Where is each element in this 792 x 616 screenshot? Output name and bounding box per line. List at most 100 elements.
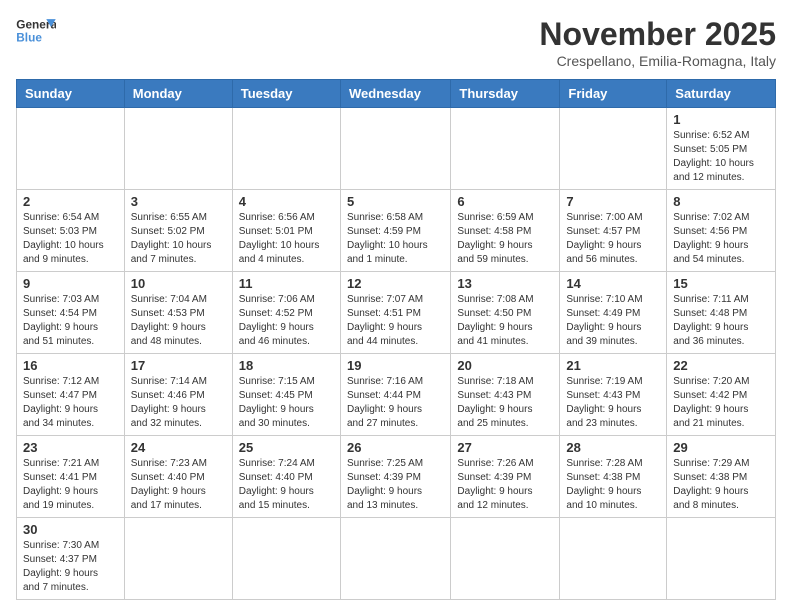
calendar-cell: 23 Sunrise: 7:21 AM Sunset: 4:41 PM Dayli… <box>17 436 125 518</box>
calendar-cell: 16 Sunrise: 7:12 AM Sunset: 4:47 PM Dayli… <box>17 354 125 436</box>
calendar-week-4: 16 Sunrise: 7:12 AM Sunset: 4:47 PM Dayli… <box>17 354 776 436</box>
day-number: 25 <box>239 440 334 455</box>
calendar-cell: 18 Sunrise: 7:15 AM Sunset: 4:45 PM Dayli… <box>232 354 340 436</box>
day-number: 13 <box>457 276 553 291</box>
calendar-cell: 14Sunrise: 7:10 AM Sunset: 4:49 PM Dayli… <box>560 272 667 354</box>
day-number: 17 <box>131 358 226 373</box>
day-number: 12 <box>347 276 444 291</box>
calendar-header-wednesday: Wednesday <box>340 80 450 108</box>
day-number: 8 <box>673 194 769 209</box>
page-header: General Blue November 2025 Crespellano, … <box>16 16 776 69</box>
day-number: 4 <box>239 194 334 209</box>
day-info: Sunrise: 7:25 AM Sunset: 4:39 PM Dayligh… <box>347 457 444 513</box>
location: Crespellano, Emilia-Romagna, Italy <box>539 53 776 69</box>
calendar-cell <box>451 108 560 190</box>
calendar-cell: 30 Sunrise: 7:30 AM Sunset: 4:37 PM Dayli… <box>17 518 125 600</box>
day-info: Sunrise: 7:30 AM Sunset: 4:37 PM Dayligh… <box>23 539 118 595</box>
day-info: Sunrise: 7:28 AM Sunset: 4:38 PM Dayligh… <box>566 457 660 513</box>
day-number: 27 <box>457 440 553 455</box>
calendar-cell <box>340 518 450 600</box>
calendar-cell: 9 Sunrise: 7:03 AM Sunset: 4:54 PM Daylig… <box>17 272 125 354</box>
day-number: 9 <box>23 276 118 291</box>
calendar-cell: 25 Sunrise: 7:24 AM Sunset: 4:40 PM Dayli… <box>232 436 340 518</box>
calendar-week-5: 23 Sunrise: 7:21 AM Sunset: 4:41 PM Dayli… <box>17 436 776 518</box>
calendar-cell <box>560 518 667 600</box>
calendar-cell: 13Sunrise: 7:08 AM Sunset: 4:50 PM Dayli… <box>451 272 560 354</box>
day-info: Sunrise: 7:04 AM Sunset: 4:53 PM Dayligh… <box>131 293 226 349</box>
day-number: 14 <box>566 276 660 291</box>
day-number: 26 <box>347 440 444 455</box>
day-info: Sunrise: 7:19 AM Sunset: 4:43 PM Dayligh… <box>566 375 660 431</box>
calendar-cell <box>232 518 340 600</box>
day-info: Sunrise: 6:55 AM Sunset: 5:02 PM Dayligh… <box>131 211 226 267</box>
calendar-cell: 1Sunrise: 6:52 AM Sunset: 5:05 PM Daylig… <box>667 108 776 190</box>
calendar-header-monday: Monday <box>124 80 232 108</box>
day-number: 18 <box>239 358 334 373</box>
calendar-week-6: 30 Sunrise: 7:30 AM Sunset: 4:37 PM Dayli… <box>17 518 776 600</box>
day-info: Sunrise: 6:59 AM Sunset: 4:58 PM Dayligh… <box>457 211 553 267</box>
logo-icon: General Blue <box>16 16 56 46</box>
day-number: 10 <box>131 276 226 291</box>
day-info: Sunrise: 7:00 AM Sunset: 4:57 PM Dayligh… <box>566 211 660 267</box>
calendar-week-2: 2 Sunrise: 6:54 AM Sunset: 5:03 PM Daylig… <box>17 190 776 272</box>
day-number: 24 <box>131 440 226 455</box>
calendar-cell: 27 Sunrise: 7:26 AM Sunset: 4:39 PM Dayli… <box>451 436 560 518</box>
logo: General Blue <box>16 16 56 46</box>
calendar-cell: 19Sunrise: 7:16 AM Sunset: 4:44 PM Dayli… <box>340 354 450 436</box>
day-number: 6 <box>457 194 553 209</box>
day-info: Sunrise: 7:03 AM Sunset: 4:54 PM Dayligh… <box>23 293 118 349</box>
day-number: 2 <box>23 194 118 209</box>
day-number: 23 <box>23 440 118 455</box>
day-info: Sunrise: 6:54 AM Sunset: 5:03 PM Dayligh… <box>23 211 118 267</box>
day-number: 7 <box>566 194 660 209</box>
day-number: 3 <box>131 194 226 209</box>
day-info: Sunrise: 7:06 AM Sunset: 4:52 PM Dayligh… <box>239 293 334 349</box>
calendar-header-thursday: Thursday <box>451 80 560 108</box>
calendar-cell: 22Sunrise: 7:20 AM Sunset: 4:42 PM Dayli… <box>667 354 776 436</box>
month-title: November 2025 <box>539 16 776 53</box>
calendar-cell: 28Sunrise: 7:28 AM Sunset: 4:38 PM Dayli… <box>560 436 667 518</box>
day-info: Sunrise: 7:29 AM Sunset: 4:38 PM Dayligh… <box>673 457 769 513</box>
calendar-cell: 2 Sunrise: 6:54 AM Sunset: 5:03 PM Daylig… <box>17 190 125 272</box>
day-info: Sunrise: 7:26 AM Sunset: 4:39 PM Dayligh… <box>457 457 553 513</box>
day-number: 11 <box>239 276 334 291</box>
title-area: November 2025 Crespellano, Emilia-Romagn… <box>539 16 776 69</box>
calendar-cell: 26 Sunrise: 7:25 AM Sunset: 4:39 PM Dayli… <box>340 436 450 518</box>
day-info: Sunrise: 7:12 AM Sunset: 4:47 PM Dayligh… <box>23 375 118 431</box>
calendar-cell: 12Sunrise: 7:07 AM Sunset: 4:51 PM Dayli… <box>340 272 450 354</box>
day-number: 19 <box>347 358 444 373</box>
day-info: Sunrise: 7:21 AM Sunset: 4:41 PM Dayligh… <box>23 457 118 513</box>
day-number: 1 <box>673 112 769 127</box>
calendar-header-friday: Friday <box>560 80 667 108</box>
calendar-cell: 20 Sunrise: 7:18 AM Sunset: 4:43 PM Dayli… <box>451 354 560 436</box>
day-number: 22 <box>673 358 769 373</box>
calendar-cell <box>667 518 776 600</box>
day-info: Sunrise: 7:23 AM Sunset: 4:40 PM Dayligh… <box>131 457 226 513</box>
calendar-cell: 17Sunrise: 7:14 AM Sunset: 4:46 PM Dayli… <box>124 354 232 436</box>
day-number: 16 <box>23 358 118 373</box>
day-info: Sunrise: 7:15 AM Sunset: 4:45 PM Dayligh… <box>239 375 334 431</box>
day-info: Sunrise: 6:58 AM Sunset: 4:59 PM Dayligh… <box>347 211 444 267</box>
calendar-cell <box>560 108 667 190</box>
calendar-header-row: SundayMondayTuesdayWednesdayThursdayFrid… <box>17 80 776 108</box>
calendar-cell <box>124 108 232 190</box>
day-number: 15 <box>673 276 769 291</box>
calendar-cell: 4Sunrise: 6:56 AM Sunset: 5:01 PM Daylig… <box>232 190 340 272</box>
calendar-cell <box>232 108 340 190</box>
calendar-cell <box>340 108 450 190</box>
day-info: Sunrise: 7:11 AM Sunset: 4:48 PM Dayligh… <box>673 293 769 349</box>
day-info: Sunrise: 7:24 AM Sunset: 4:40 PM Dayligh… <box>239 457 334 513</box>
day-info: Sunrise: 7:02 AM Sunset: 4:56 PM Dayligh… <box>673 211 769 267</box>
calendar-cell: 21Sunrise: 7:19 AM Sunset: 4:43 PM Dayli… <box>560 354 667 436</box>
svg-text:Blue: Blue <box>16 30 42 44</box>
calendar-cell: 7 Sunrise: 7:00 AM Sunset: 4:57 PM Daylig… <box>560 190 667 272</box>
calendar-header-tuesday: Tuesday <box>232 80 340 108</box>
calendar-cell: 29Sunrise: 7:29 AM Sunset: 4:38 PM Dayli… <box>667 436 776 518</box>
day-number: 30 <box>23 522 118 537</box>
calendar-cell <box>451 518 560 600</box>
day-info: Sunrise: 7:18 AM Sunset: 4:43 PM Dayligh… <box>457 375 553 431</box>
calendar-cell: 5Sunrise: 6:58 AM Sunset: 4:59 PM Daylig… <box>340 190 450 272</box>
day-number: 20 <box>457 358 553 373</box>
calendar-week-1: 1Sunrise: 6:52 AM Sunset: 5:05 PM Daylig… <box>17 108 776 190</box>
calendar-cell: 15 Sunrise: 7:11 AM Sunset: 4:48 PM Dayli… <box>667 272 776 354</box>
